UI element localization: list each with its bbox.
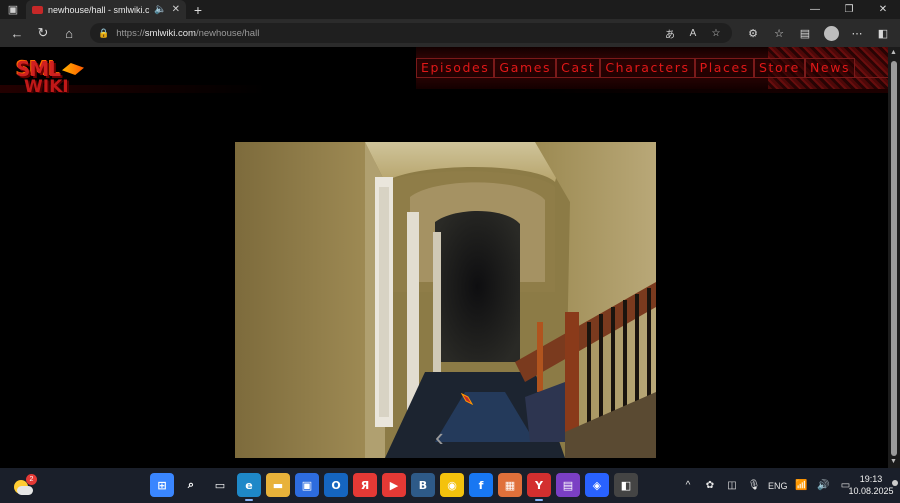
search-icon[interactable]: ⌕ <box>179 473 203 497</box>
url-path: /newhouse/hall <box>195 27 260 39</box>
nav-banner: Episodes Games Cast Characters Places St… <box>416 47 888 89</box>
weather-badge: 2 <box>26 474 37 485</box>
lock-icon[interactable]: 🔒 <box>98 28 109 39</box>
speaker-icon[interactable]: 🔈 <box>154 4 166 15</box>
facebook-icon[interactable]: f <box>469 473 493 497</box>
scroll-up-icon[interactable]: ▲ <box>890 49 897 56</box>
refresh-button[interactable]: ↻ <box>32 22 54 44</box>
system-clock[interactable]: 19:13 10.08.2025 <box>846 473 896 497</box>
new-tab-button[interactable]: + <box>186 0 210 19</box>
close-window-icon[interactable]: ✕ <box>866 0 900 19</box>
store-icon[interactable]: ▣ <box>295 473 319 497</box>
url-host: smlwiki.com <box>144 27 196 39</box>
profile-avatar[interactable] <box>820 22 842 44</box>
url-scheme: https:// <box>116 27 145 39</box>
weather-widget[interactable]: 2 <box>10 474 37 497</box>
previous-arrow-icon[interactable]: ‹ <box>435 424 444 450</box>
sidebar-toggle-icon[interactable]: ◧ <box>872 22 894 44</box>
read-aloud-icon[interactable]: あ <box>662 26 678 41</box>
taskbar-apps: ⊞ ⌕ ▭ e ▬ ▣ O Я ▶ B ◉ f ▦ Y ▤ ◈ ◧ <box>150 473 638 501</box>
browser-window: ▣ newhouse/hall - smlwiki.com 🔈 ✕ + — ❐ … <box>0 0 900 503</box>
beeline-icon[interactable]: ◉ <box>440 473 464 497</box>
tray-app2-icon[interactable]: ◫ <box>724 480 740 491</box>
more-menu-icon[interactable]: ⋯ <box>846 22 868 44</box>
file-explorer-icon[interactable]: ▬ <box>266 473 290 497</box>
page-scrollbar[interactable]: ▲ ▼ <box>888 47 900 468</box>
tab-actions-icon[interactable]: ▣ <box>0 0 26 19</box>
nav-characters[interactable]: Characters <box>600 58 695 77</box>
web-page: SML WIKI Episodes Games Cast Characters … <box>0 47 888 468</box>
favorite-star-icon[interactable]: ☆ <box>708 28 724 39</box>
back-button[interactable]: ← <box>6 22 28 44</box>
wifi-icon[interactable]: 📶 <box>794 480 810 491</box>
scroll-thumb[interactable] <box>891 61 897 456</box>
site-nav: Episodes Games Cast Characters Places St… <box>416 58 856 77</box>
browser-tab[interactable]: newhouse/hall - smlwiki.com 🔈 ✕ <box>26 0 186 19</box>
site-favicon-icon <box>32 5 43 14</box>
flame-icon <box>62 63 84 75</box>
collections-icon[interactable]: ▤ <box>794 22 816 44</box>
window-controls: — ❐ ✕ <box>798 0 900 19</box>
yandex-icon[interactable]: Я <box>353 473 377 497</box>
home-button[interactable]: ⌂ <box>58 22 80 44</box>
volume-icon[interactable]: 🔊 <box>816 480 832 491</box>
browser-toolbar: ← ↻ ⌂ 🔒 https://smlwiki.com/newhouse/hal… <box>0 19 900 47</box>
favorites-icon[interactable]: ☆ <box>768 22 790 44</box>
avatar <box>823 25 839 41</box>
nav-news[interactable]: News <box>804 58 856 77</box>
youtube-icon[interactable]: ▶ <box>382 473 406 497</box>
tray-app-icon[interactable]: ✿ <box>702 480 718 491</box>
start-icon[interactable]: ⊞ <box>150 473 174 497</box>
app-blue-icon[interactable]: ◈ <box>585 473 609 497</box>
url-text[interactable]: https://smlwiki.com/newhouse/hall <box>116 28 655 39</box>
nav-episodes[interactable]: Episodes <box>416 58 495 77</box>
vk-icon[interactable]: B <box>411 473 435 497</box>
hallway-image: ‹ <box>235 142 656 458</box>
yandex-browser-icon[interactable]: Y <box>527 473 551 501</box>
outlook-icon[interactable]: O <box>324 473 348 497</box>
banner-divider <box>416 77 888 78</box>
cursor-sprite-icon <box>461 393 473 405</box>
smlwiki-logo[interactable]: SML WIKI <box>14 57 88 99</box>
app-roblox-icon[interactable]: ◧ <box>614 473 638 497</box>
minimize-icon[interactable]: — <box>798 0 832 19</box>
clock-time: 19:13 <box>859 474 883 484</box>
nav-cast[interactable]: Cast <box>556 58 601 77</box>
tab-strip: ▣ newhouse/hall - smlwiki.com 🔈 ✕ + — ❐ … <box>0 0 900 19</box>
chevron-up-icon[interactable]: ^ <box>680 480 696 491</box>
text-size-icon[interactable]: A <box>685 28 701 39</box>
close-tab-icon[interactable]: ✕ <box>172 4 180 15</box>
hallway-illustration <box>235 142 656 458</box>
address-bar[interactable]: 🔒 https://smlwiki.com/newhouse/hall あ A … <box>90 23 732 43</box>
notification-dot-icon[interactable] <box>892 480 898 486</box>
clock-date: 10.08.2025 <box>848 486 894 496</box>
task-view-icon[interactable]: ▭ <box>208 473 232 497</box>
microphone-icon[interactable]: 🎙 <box>746 480 762 491</box>
logo-wiki-text: WIKI <box>24 77 69 97</box>
windows-taskbar: 2 ⊞ ⌕ ▭ e ▬ ▣ O Я ▶ B ◉ f ▦ Y ▤ ◈ ◧ ^ ✿ ◫ 🎙 ENG 📶 🔊 ▭ 19… <box>0 468 900 503</box>
app-purple-icon[interactable]: ▤ <box>556 473 580 497</box>
nav-places[interactable]: Places <box>694 58 754 77</box>
nav-games[interactable]: Games <box>494 58 557 77</box>
restore-icon[interactable]: ❐ <box>832 0 866 19</box>
cloud-icon <box>17 486 33 495</box>
tab-title: newhouse/hall - smlwiki.com <box>48 4 150 15</box>
app-orange-icon[interactable]: ▦ <box>498 473 522 497</box>
system-tray: ^ ✿ ◫ 🎙 ENG 📶 🔊 ▭ <box>680 468 854 503</box>
performance-icon[interactable]: ⚙ <box>742 22 764 44</box>
edge-icon[interactable]: e <box>237 473 261 501</box>
language-indicator[interactable]: ENG <box>768 481 788 491</box>
scroll-down-icon[interactable]: ▼ <box>890 458 897 465</box>
nav-store[interactable]: Store <box>753 58 805 77</box>
